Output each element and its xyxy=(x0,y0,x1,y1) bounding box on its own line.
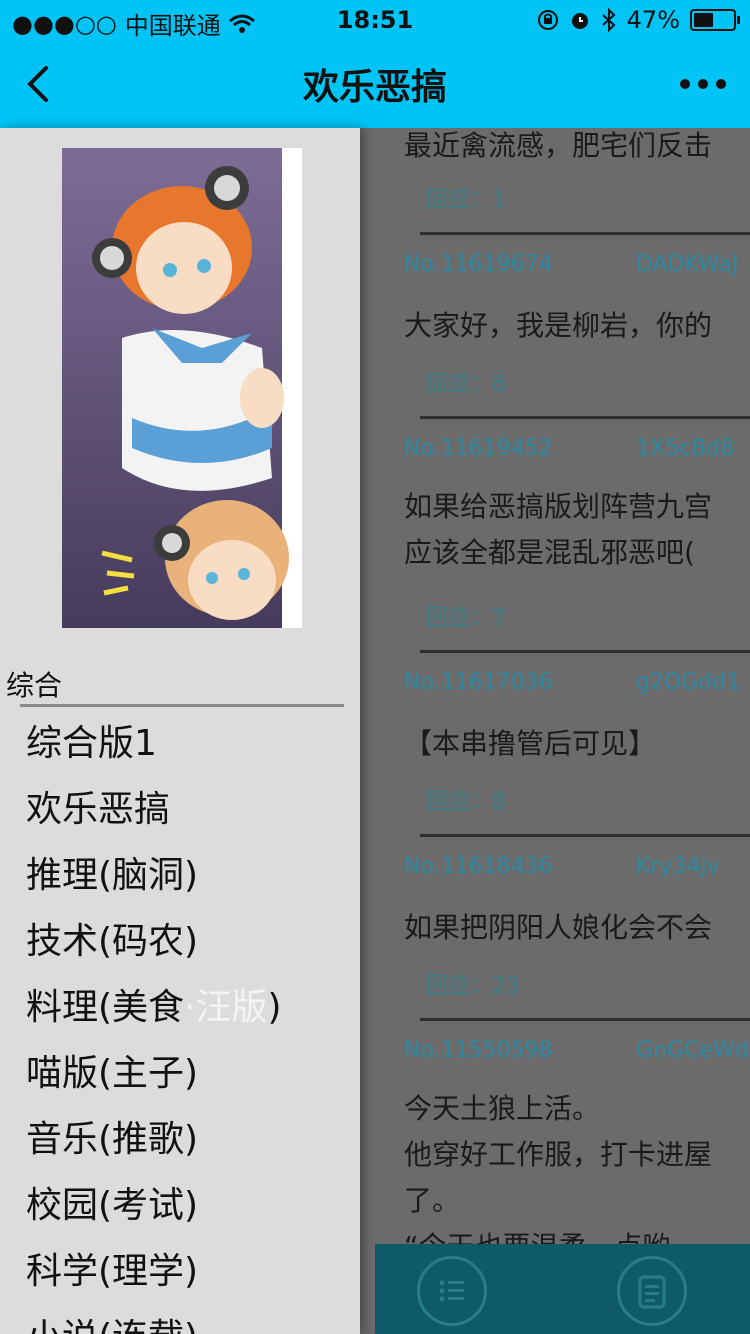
forum-item-科学[interactable]: 科学(理学) xyxy=(26,1246,282,1312)
forum-item-喵版[interactable]: 喵版(主子) xyxy=(26,1048,282,1114)
reply-count: 回应：8 xyxy=(360,362,750,422)
thread-id[interactable]: No.11619452 xyxy=(404,436,553,461)
reply-number: 8 xyxy=(492,372,507,397)
reply-label: 回应： xyxy=(426,606,493,631)
section-label: 综合 xyxy=(6,669,63,702)
reply-label: 回应： xyxy=(426,974,493,999)
status-bar: ●●●○○ 中国联通 18:51 47% xyxy=(0,0,750,40)
thread-id[interactable]: No.11618436 xyxy=(404,854,553,879)
nav-bar: 欢乐恶搞 xyxy=(0,40,750,128)
divider xyxy=(420,416,750,419)
list-button[interactable] xyxy=(417,1256,487,1326)
status-right: 47% xyxy=(537,6,740,34)
thread-snippet[interactable]: 今天土狼上活。 他穿好工作服，打卡进屋 了。 “今天也要温柔一点哟 xyxy=(404,1086,750,1270)
reply-number: 8 xyxy=(492,790,507,815)
forum-item-label-highlight: ·汪版 xyxy=(184,987,268,1028)
forum-item-推理[interactable]: 推理(脑洞) xyxy=(26,850,282,916)
thread-snippet[interactable]: 如果给恶搞版划阵营九宫 应该全都是混乱邪恶吧( xyxy=(404,484,750,576)
page-title: 欢乐恶搞 xyxy=(302,67,447,108)
forum-item-音乐[interactable]: 音乐(推歌) xyxy=(26,1114,282,1180)
more-dots-icon[interactable] xyxy=(678,66,728,102)
list-icon xyxy=(439,1280,464,1302)
thread-id[interactable]: No.11550598 xyxy=(404,1038,553,1063)
forum-list: 综合版1 欢乐恶搞 推理(脑洞) 技术(码农) 料理(美食·汪版) 喵版(主子)… xyxy=(26,718,282,1334)
reply-count: 回应：7 xyxy=(360,596,750,656)
reply-label: 回应： xyxy=(426,372,493,397)
thread-id[interactable]: No.11619674 xyxy=(404,252,553,277)
thread-user: Kry34jv xyxy=(636,854,720,879)
forum-item-料理[interactable]: 料理(美食·汪版) xyxy=(26,982,282,1048)
battery-percent: 47% xyxy=(626,6,680,34)
reply-number: 1 xyxy=(492,188,507,213)
divider xyxy=(420,834,750,837)
forum-item-欢乐恶搞[interactable]: 欢乐恶搞 xyxy=(26,784,282,850)
bottom-toolbar xyxy=(375,1244,750,1334)
document-button[interactable] xyxy=(617,1256,687,1326)
forum-item-校园[interactable]: 校园(考试) xyxy=(26,1180,282,1246)
thread-snippet[interactable]: 【本串撸管后可见】 xyxy=(404,722,750,762)
thread-user: DADKWaJ xyxy=(636,252,739,277)
section-divider xyxy=(20,704,344,707)
divider xyxy=(420,650,750,653)
forum-item-label: 料理(美食 xyxy=(26,987,185,1028)
reply-label: 回应： xyxy=(426,790,493,815)
thread-id[interactable]: No.11617036 xyxy=(404,670,553,695)
board-cover-image xyxy=(62,148,302,628)
forum-item-label-suffix: ) xyxy=(267,987,282,1028)
thread-user: GnGCeWd xyxy=(636,1038,749,1063)
reply-label: 回应： xyxy=(426,188,493,213)
alarm-icon xyxy=(571,13,588,29)
divider xyxy=(420,1018,750,1021)
reply-count: 回应：23 xyxy=(360,964,750,1024)
thread-snippet[interactable]: 最近禽流感，肥宅们反击 xyxy=(404,128,750,164)
forum-item-小说[interactable]: 小说(连载) xyxy=(26,1312,282,1334)
orientation-lock-icon xyxy=(537,10,558,30)
bluetooth-icon xyxy=(601,8,616,32)
reply-count: 回应：8 xyxy=(360,780,750,840)
thread-snippet[interactable]: 如果把阴阳人娘化会不会 xyxy=(404,906,750,946)
forum-item-综合版1[interactable]: 综合版1 xyxy=(26,718,282,784)
thread-user: g2OGdd1 xyxy=(636,670,741,695)
reply-count: 回应：1 xyxy=(360,178,750,238)
reply-number: 23 xyxy=(492,974,521,999)
battery-icon xyxy=(690,9,740,31)
thread-list: 最近禽流感，肥宅们反击 回应：1 No.11619674 DADKWaJ 大家好… xyxy=(360,128,750,1334)
side-drawer: 综合 综合版1 欢乐恶搞 推理(脑洞) 技术(码农) 料理(美食·汪版) 喵版(… xyxy=(0,128,360,1334)
thread-snippet[interactable]: 大家好，我是柳岩，你的 xyxy=(404,304,750,344)
divider xyxy=(420,232,750,235)
reply-number: 7 xyxy=(492,606,507,631)
document-icon xyxy=(638,1275,666,1309)
forum-item-技术[interactable]: 技术(码农) xyxy=(26,916,282,982)
thread-user: 1X5cBd8 xyxy=(636,436,735,461)
